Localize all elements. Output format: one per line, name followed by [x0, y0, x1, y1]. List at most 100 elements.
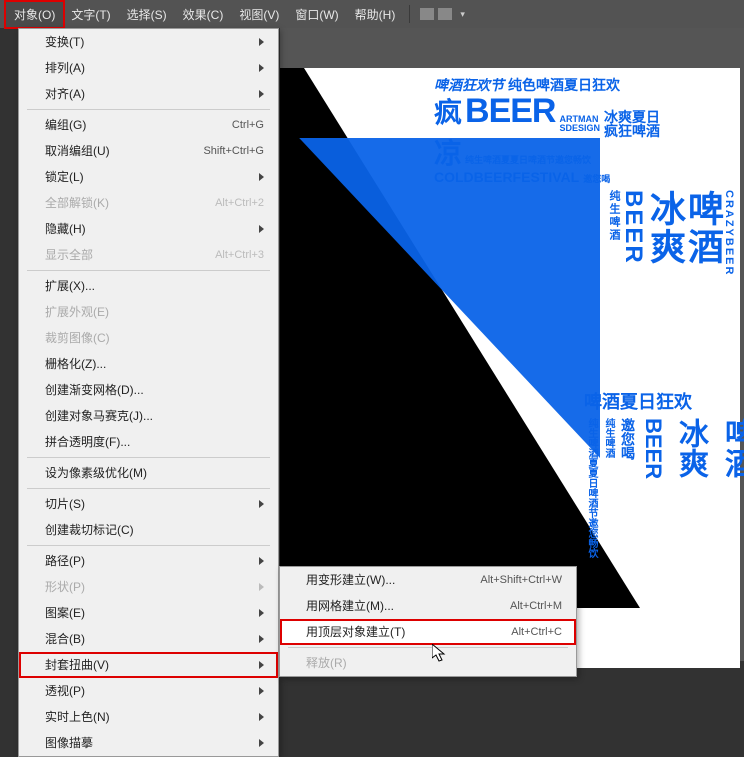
- envelope-separator: [288, 647, 568, 648]
- menu-help[interactable]: 帮助(H): [347, 2, 404, 27]
- submenu-arrow-icon: [259, 661, 264, 669]
- envelope-item-1[interactable]: 用网格建立(M)... Alt+Ctrl+M: [280, 593, 576, 619]
- object-menu-item-31[interactable]: 图像描摹: [19, 730, 278, 756]
- object-menu-item-29[interactable]: 透视(P): [19, 678, 278, 704]
- object-menu-item-label: 透视(P): [45, 682, 249, 700]
- object-menu-separator: [27, 457, 270, 458]
- object-menu-item-label: 扩展外观(E): [45, 303, 264, 321]
- chevron-down-icon[interactable]: ▾: [460, 9, 465, 20]
- object-menu-item-label: 栅格化(Z)...: [45, 355, 264, 373]
- object-menu-item-16[interactable]: 创建对象马赛克(J)...: [19, 403, 278, 429]
- submenu-arrow-icon: [259, 64, 264, 72]
- submenu-arrow-icon: [259, 38, 264, 46]
- submenu-arrow-icon: [259, 739, 264, 747]
- envelope-item-label: 用变形建立(W)...: [306, 571, 395, 589]
- object-menu-item-label: 图像描摹: [45, 734, 249, 752]
- envelope-item-2[interactable]: 用顶层对象建立(T) Alt+Ctrl+C: [280, 619, 576, 645]
- object-menu-item-label: 拼合透明度(F)...: [45, 433, 264, 451]
- object-menu-item-label: 混合(B): [45, 630, 249, 648]
- submenu-arrow-icon: [259, 90, 264, 98]
- object-menu-separator: [27, 270, 270, 271]
- doc-layout-icon[interactable]: [416, 8, 456, 20]
- object-menu-item-5[interactable]: 取消编组(U) Shift+Ctrl+G: [19, 138, 278, 164]
- object-menu-item-26[interactable]: 图案(E): [19, 600, 278, 626]
- submenu-arrow-icon: [259, 583, 264, 591]
- object-menu-item-21[interactable]: 切片(S): [19, 491, 278, 517]
- menubar-separator: [409, 5, 410, 23]
- object-menu-item-label: 隐藏(H): [45, 220, 249, 238]
- object-menu-item-22[interactable]: 创建裁切标记(C): [19, 517, 278, 543]
- object-menu-item-13: 裁剪图像(C): [19, 325, 278, 351]
- object-menu-item-19[interactable]: 设为像素级优化(M): [19, 460, 278, 486]
- object-menu-item-shortcut: Ctrl+G: [232, 116, 264, 134]
- submenu-arrow-icon: [259, 635, 264, 643]
- submenu-arrow-icon: [259, 713, 264, 721]
- object-menu-dropdown: 变换(T) 排列(A) 对齐(A) 编组(G)Ctrl+G 取消编组(U) Shift+C…: [18, 28, 279, 757]
- object-menu-item-label: 形状(P): [45, 578, 249, 596]
- object-menu-item-shortcut: Alt+Ctrl+2: [215, 194, 264, 212]
- object-menu-item-label: 路径(P): [45, 552, 249, 570]
- object-menu-item-2[interactable]: 对齐(A): [19, 81, 278, 107]
- object-menu-item-label: 封套扭曲(V): [45, 656, 249, 674]
- submenu-arrow-icon: [259, 609, 264, 617]
- object-menu-item-shortcut: Alt+Ctrl+3: [215, 246, 264, 264]
- menu-window[interactable]: 窗口(W): [287, 2, 346, 27]
- object-menu-item-0[interactable]: 变换(T): [19, 29, 278, 55]
- envelope-item-label: 释放(R): [306, 654, 347, 672]
- object-menu-separator: [27, 545, 270, 546]
- object-menu-item-11[interactable]: 扩展(X)...: [19, 273, 278, 299]
- object-menu-item-label: 取消编组(U): [45, 142, 193, 160]
- object-menu-item-label: 实时上色(N): [45, 708, 249, 726]
- object-menu-item-label: 创建对象马赛克(J)...: [45, 407, 264, 425]
- object-menu-item-28[interactable]: 封套扭曲(V): [19, 652, 278, 678]
- object-menu-separator: [27, 488, 270, 489]
- object-menu-item-25: 形状(P): [19, 574, 278, 600]
- object-menu-item-30[interactable]: 实时上色(N): [19, 704, 278, 730]
- object-menu-item-label: 变换(T): [45, 33, 249, 51]
- envelope-distort-submenu: 用变形建立(W)... Alt+Shift+Ctrl+W 用网格建立(M)... Al…: [279, 566, 577, 677]
- object-menu-item-label: 对齐(A): [45, 85, 249, 103]
- object-menu-item-label: 裁剪图像(C): [45, 329, 264, 347]
- object-menu-item-24[interactable]: 路径(P): [19, 548, 278, 574]
- envelope-item-label: 用顶层对象建立(T): [306, 623, 405, 641]
- envelope-item-shortcut: Alt+Shift+Ctrl+W: [480, 571, 562, 589]
- object-menu-item-label: 图案(E): [45, 604, 249, 622]
- submenu-arrow-icon: [259, 687, 264, 695]
- object-menu-item-4[interactable]: 编组(G)Ctrl+G: [19, 112, 278, 138]
- menu-object[interactable]: 对象(O): [6, 2, 63, 27]
- object-menu-item-label: 设为像素级优化(M): [45, 464, 264, 482]
- menu-select[interactable]: 选择(S): [119, 2, 175, 27]
- object-menu-item-label: 全部解锁(K): [45, 194, 205, 212]
- object-menu-item-shortcut: Shift+Ctrl+G: [203, 142, 264, 160]
- menubar: 对象(O) 文字(T) 选择(S) 效果(C) 视图(V) 窗口(W) 帮助(H…: [0, 0, 744, 28]
- beer-poster-text-bottom[interactable]: 啤酒夏日狂欢 纯生啤酒夏夏日啤酒节邀您畅饮 纯生啤酒 邀您喝 BEER 冰爽 啤…: [584, 388, 734, 558]
- cursor-pointer-icon: [432, 644, 448, 664]
- envelope-item-shortcut: Alt+Ctrl+M: [510, 597, 562, 615]
- menu-type[interactable]: 文字(T): [63, 2, 118, 27]
- object-menu-item-12: 扩展外观(E): [19, 299, 278, 325]
- object-menu-item-label: 排列(A): [45, 59, 249, 77]
- envelope-item-4: 释放(R): [280, 650, 576, 676]
- object-menu-item-14[interactable]: 栅格化(Z)...: [19, 351, 278, 377]
- menu-effect[interactable]: 效果(C): [175, 2, 232, 27]
- object-menu-item-label: 锁定(L): [45, 168, 249, 186]
- object-menu-item-label: 切片(S): [45, 495, 249, 513]
- object-menu-item-1[interactable]: 排列(A): [19, 55, 278, 81]
- object-menu-item-9: 显示全部 Alt+Ctrl+3: [19, 242, 278, 268]
- object-menu-separator: [27, 109, 270, 110]
- envelope-item-shortcut: Alt+Ctrl+C: [511, 623, 562, 641]
- menu-view[interactable]: 视图(V): [231, 2, 287, 27]
- object-menu-item-27[interactable]: 混合(B): [19, 626, 278, 652]
- submenu-arrow-icon: [259, 173, 264, 181]
- submenu-arrow-icon: [259, 557, 264, 565]
- object-menu-item-7: 全部解锁(K) Alt+Ctrl+2: [19, 190, 278, 216]
- envelope-item-0[interactable]: 用变形建立(W)... Alt+Shift+Ctrl+W: [280, 567, 576, 593]
- object-menu-item-label: 创建渐变网格(D)...: [45, 381, 264, 399]
- object-menu-item-label: 显示全部: [45, 246, 205, 264]
- object-menu-item-6[interactable]: 锁定(L): [19, 164, 278, 190]
- envelope-item-label: 用网格建立(M)...: [306, 597, 394, 615]
- object-menu-item-17[interactable]: 拼合透明度(F)...: [19, 429, 278, 455]
- object-menu-item-8[interactable]: 隐藏(H): [19, 216, 278, 242]
- object-menu-item-label: 创建裁切标记(C): [45, 521, 264, 539]
- object-menu-item-15[interactable]: 创建渐变网格(D)...: [19, 377, 278, 403]
